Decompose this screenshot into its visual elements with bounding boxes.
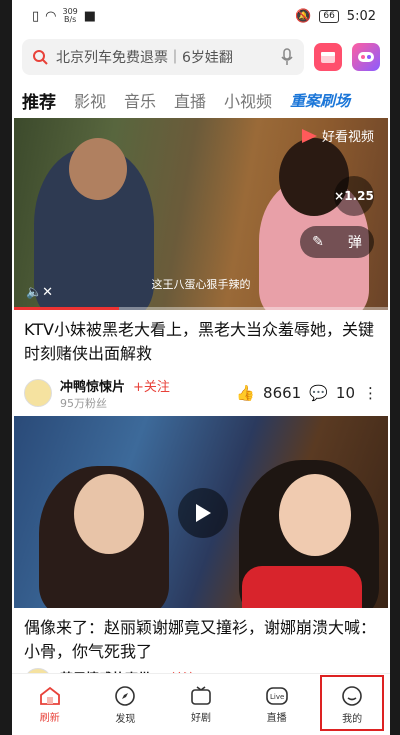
tv-icon	[191, 685, 211, 705]
like-count: 8661	[263, 384, 302, 402]
compass-icon	[115, 685, 136, 706]
home-icon	[39, 686, 60, 705]
tab-special[interactable]: 重案刷场	[290, 90, 350, 111]
video-player-1[interactable]: 好看视频 ×1.25 ✎ 弹 这王八蛋心狠手辣的 🔈✕	[14, 118, 388, 310]
playback-speed-button[interactable]: ×1.25	[334, 176, 374, 216]
video-player-2[interactable]	[14, 416, 388, 608]
video-title-1[interactable]: KTV小妹被黑老大看上，黑老大当众羞辱她，关键时刻赌侠出面解救	[12, 310, 390, 370]
net-speed: 309 B/s	[62, 7, 78, 24]
tab-film[interactable]: 影视	[74, 88, 106, 112]
video-progress-bar[interactable]	[14, 307, 388, 310]
mute-bell-icon: 🔕	[295, 8, 312, 24]
bottom-navigation: 刷新 发现 好剧 Live 直播 我的	[12, 673, 390, 735]
category-tabs: 推荐 影视 音乐 直播 小视频 重案刷场	[12, 82, 390, 118]
play-icon	[196, 504, 211, 522]
svg-text:Live: Live	[270, 693, 284, 701]
clock: 5:02	[346, 8, 376, 24]
gift-icon[interactable]	[314, 43, 342, 71]
avatar[interactable]	[24, 379, 52, 407]
danmaku-controls: ✎ 弹	[300, 226, 374, 258]
battery-indicator: 66	[319, 9, 339, 23]
search-row: 北京列车免费退票｜6岁娃翻	[12, 32, 390, 82]
video-title-2[interactable]: 偶像来了：赵丽颖谢娜竟又撞衫，谢娜崩溃大喊：小骨，你气死我了	[12, 608, 390, 668]
sim-icon: ▯	[32, 8, 40, 24]
search-input[interactable]: 北京列车免费退票｜6岁娃翻	[22, 39, 304, 75]
wifi-icon: ◠	[45, 8, 57, 24]
selection-highlight	[320, 675, 384, 731]
tab-short-video[interactable]: 小视频	[224, 88, 272, 112]
video-figure	[242, 566, 362, 608]
like-icon[interactable]: 👍	[236, 384, 255, 402]
fans-count: 95万粉丝	[60, 396, 107, 410]
nav-discover[interactable]: 发现	[88, 674, 164, 735]
notification-icon: ■	[83, 8, 97, 24]
nav-refresh[interactable]: 刷新	[12, 674, 88, 735]
author-name[interactable]: 冲鸭惊悚片	[60, 376, 125, 395]
video-meta-1: 冲鸭惊悚片 +关注 95万粉丝 👍 8661 💬 10 ⋮	[12, 370, 390, 416]
comment-count: 10	[335, 384, 355, 402]
play-button[interactable]	[178, 488, 228, 538]
mute-icon[interactable]: 🔈✕	[26, 285, 53, 300]
video-figure	[74, 474, 144, 554]
play-logo-icon	[301, 128, 317, 143]
nav-drama[interactable]: 好剧	[163, 674, 239, 735]
search-placeholder: 北京列车免费退票｜6岁娃翻	[56, 50, 233, 66]
tab-live[interactable]: 直播	[174, 88, 206, 112]
game-controller-icon[interactable]	[352, 43, 380, 71]
tab-recommend[interactable]: 推荐	[22, 88, 56, 113]
nav-live[interactable]: Live 直播	[239, 674, 315, 735]
live-icon: Live	[265, 686, 288, 705]
status-bar: ▯ ◠ 309 B/s ■ 🔕 66 5:02	[12, 0, 390, 32]
follow-button[interactable]: +关注	[133, 376, 170, 395]
search-icon	[33, 50, 48, 65]
tab-music[interactable]: 音乐	[124, 88, 156, 112]
more-icon[interactable]: ⋮	[363, 384, 378, 402]
comment-icon[interactable]: 💬	[309, 384, 328, 402]
video-figure	[279, 474, 351, 556]
video-subtitle: 这王八蛋心狠手辣的	[151, 278, 251, 291]
video-figure	[69, 138, 127, 200]
danmaku-toggle[interactable]: 弹	[348, 232, 362, 252]
edit-icon[interactable]: ✎	[312, 234, 324, 250]
app-screen: ▯ ◠ 309 B/s ■ 🔕 66 5:02 北京列车免费退票｜6岁娃翻 推荐	[12, 0, 390, 735]
microphone-icon[interactable]	[280, 48, 294, 66]
brand-logo: 好看视频	[300, 126, 374, 145]
